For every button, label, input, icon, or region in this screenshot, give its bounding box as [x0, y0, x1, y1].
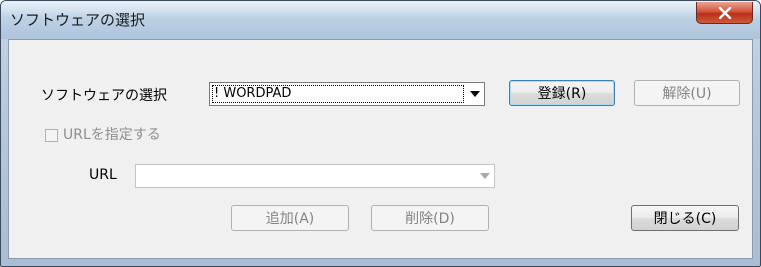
close-window-button[interactable]	[696, 2, 753, 24]
window-title: ソフトウェアの選択	[10, 11, 146, 29]
chevron-down-icon[interactable]	[470, 91, 480, 97]
software-select-label: ソフトウェアの選択	[41, 88, 167, 104]
dialog-window: ソフトウェアの選択 ソフトウェアの選択 ! WORDPAD 登録(R) 解除(U…	[0, 0, 761, 267]
close-button[interactable]: 閉じる(C)	[631, 205, 739, 231]
close-icon	[718, 6, 731, 19]
url-input[interactable]	[135, 164, 495, 188]
release-button[interactable]: 解除(U)	[634, 80, 740, 106]
add-button[interactable]: 追加(A)	[231, 205, 349, 231]
dialog-content: ソフトウェアの選択 ! WORDPAD 登録(R) 解除(U) URLを指定する…	[8, 39, 753, 259]
software-select[interactable]: ! WORDPAD	[209, 82, 485, 106]
delete-button[interactable]: 削除(D)	[371, 205, 489, 231]
software-select-value: ! WORDPAD	[214, 86, 292, 101]
chevron-down-icon[interactable]	[480, 173, 490, 179]
url-label: URL	[89, 167, 117, 183]
url-checkbox-label[interactable]: URLを指定する	[63, 124, 161, 144]
url-checkbox[interactable]	[45, 129, 58, 142]
title-bar[interactable]: ソフトウェアの選択	[1, 1, 760, 39]
register-button[interactable]: 登録(R)	[509, 80, 615, 106]
